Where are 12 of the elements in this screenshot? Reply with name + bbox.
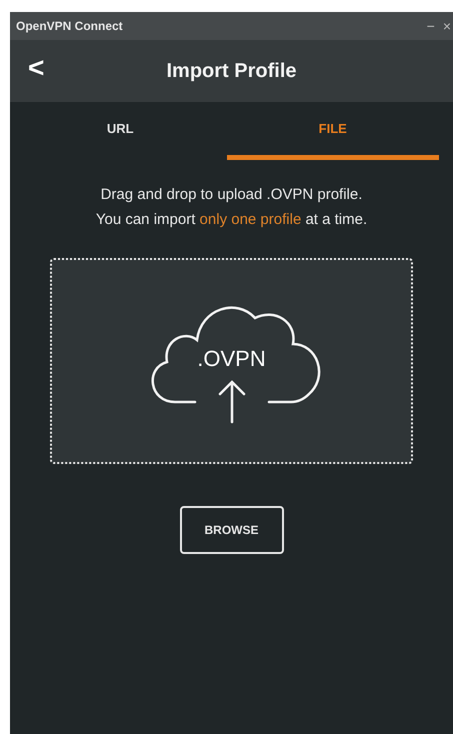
file-type-label: .OVPN (197, 346, 266, 372)
window-title: OpenVPN Connect (16, 19, 123, 33)
instruction-text: Drag and drop to upload .OVPN profile. (100, 185, 362, 205)
drop-zone[interactable]: .OVPN (50, 258, 413, 464)
minimize-button[interactable]: − (424, 19, 437, 33)
close-button[interactable]: × (440, 19, 453, 33)
page-title: Import Profile (166, 60, 296, 82)
back-button[interactable]: < (24, 54, 48, 82)
instruction-text: You can import only one profile at a time. (96, 210, 368, 230)
tab[interactable]: FILE (226, 102, 439, 160)
browse-button[interactable]: BROWSE (180, 506, 284, 554)
tab[interactable]: URL (14, 102, 226, 160)
